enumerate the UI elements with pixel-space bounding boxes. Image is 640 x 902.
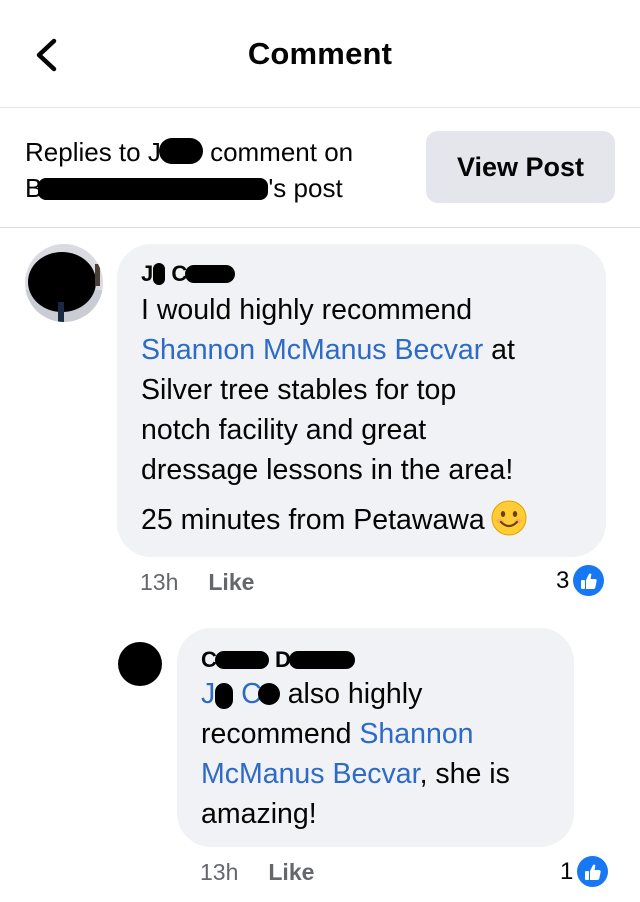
comment-line: I would highly recommend: [141, 294, 473, 326]
mention-link[interactable]: Shannon McManus Becvar: [141, 334, 483, 366]
reaction-summary[interactable]: 1: [560, 856, 609, 887]
redacted-name: [214, 651, 269, 669]
reply-bubble: C D J C also highly recommend Shannon Mc…: [177, 628, 574, 847]
context-mid: comment on: [202, 137, 354, 167]
redacted-name: [288, 651, 355, 669]
reaction-summary[interactable]: 3: [556, 565, 605, 596]
comment-bubble: J C I would highly recommend Shannon McM…: [117, 244, 606, 557]
thumbs-up-icon: [577, 856, 609, 887]
comment-text-fragment: 25 minutes from Petawawa: [141, 504, 485, 536]
smiling-face-emoji: [491, 500, 527, 536]
comment-line: dressage lessons in the area!: [141, 454, 514, 486]
reply-text-fragment: , she is: [419, 758, 510, 790]
comment-author[interactable]: J C: [141, 260, 582, 288]
mention-link[interactable]: J C: [201, 678, 280, 710]
comment-line: Silver tree stables for top: [141, 374, 457, 406]
comment-timestamp: 13h: [200, 859, 239, 885]
top-bar: Comment: [0, 0, 640, 108]
reply-line: recommend Shannon: [201, 714, 550, 754]
mention-initial: J: [201, 678, 216, 710]
reply-text: J C also highly recommend Shannon McManu…: [201, 674, 550, 834]
comment-line: 25 minutes from Petawawa: [141, 500, 582, 540]
page-title: Comment: [247, 36, 393, 71]
reply-text-fragment: recommend: [201, 718, 360, 750]
comment-text-fragment: at: [483, 334, 515, 366]
reply-author[interactable]: C D: [201, 646, 550, 674]
mention-link[interactable]: McManus Becvar: [201, 758, 420, 790]
redacted-name: [158, 138, 203, 164]
comment-meta: 13h Like: [140, 569, 254, 596]
context-line2-end: 's post: [268, 173, 343, 203]
reaction-count: 3: [556, 566, 570, 594]
redacted-name: [38, 178, 269, 200]
view-post-button[interactable]: View Post: [426, 131, 615, 203]
reply-text-fragment: also highly: [287, 678, 423, 710]
author-initial: J: [141, 261, 154, 286]
reply-context-bar: Replies to J comment on B's post View Po…: [0, 108, 640, 228]
avatar[interactable]: [117, 641, 163, 687]
context-prefix: Replies to J: [25, 137, 161, 167]
like-button[interactable]: Like: [268, 859, 314, 885]
reply-context-text: Replies to J comment on B's post: [25, 134, 405, 206]
redacted-name: [215, 683, 234, 709]
avatar-image: [117, 641, 163, 687]
reply-line: amazing!: [201, 798, 317, 830]
like-button[interactable]: Like: [208, 569, 254, 595]
redacted-name: [257, 683, 280, 705]
redacted-name: [185, 265, 236, 283]
context-line-2: B's post: [25, 170, 405, 206]
avatar[interactable]: [25, 244, 103, 322]
comment-line: Shannon McManus Becvar at: [141, 330, 582, 370]
redacted-name: [153, 263, 166, 285]
thumbs-up-icon: [573, 565, 605, 596]
reply-meta: 13h Like: [200, 859, 314, 886]
reaction-count: 1: [560, 857, 574, 885]
context-line-1: Replies to J comment on: [25, 134, 405, 170]
avatar-image: [25, 244, 103, 322]
comment-text: I would highly recommend Shannon McManus…: [141, 290, 582, 540]
mention-link[interactable]: Shannon: [359, 718, 473, 750]
reply-line: McManus Becvar, she is: [201, 754, 550, 794]
reply-line: J C also highly: [201, 674, 550, 714]
comment-timestamp: 13h: [140, 569, 179, 595]
comment-line: notch facility and great: [141, 414, 427, 446]
